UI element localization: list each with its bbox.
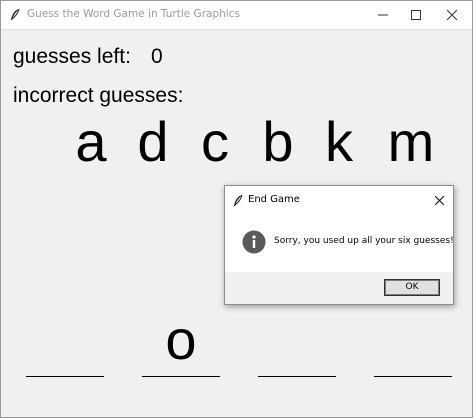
close-button[interactable]: [433, 1, 471, 29]
end-game-dialog: End Game Sorry, you used up all your six…: [224, 185, 454, 305]
feather-icon: [234, 194, 243, 206]
dialog-title-bar[interactable]: End Game: [225, 186, 453, 214]
dialog-body: Sorry, you used up all your six guesses!: [225, 214, 454, 272]
feather-icon: [11, 8, 20, 20]
close-icon: [447, 10, 457, 20]
incorrect-letter: c: [201, 110, 229, 173]
word-slot-line: [258, 376, 336, 377]
close-icon: [434, 195, 444, 205]
title-bar[interactable]: Guess the Word Game in Turtle Graphics: [1, 1, 472, 30]
incorrect-letter: b: [262, 110, 294, 173]
app-window: Guess the Word Game in Turtle Graphics g…: [0, 0, 473, 418]
incorrect-letter: a: [75, 110, 107, 173]
dialog-message: Sorry, you used up all your six guesses!: [274, 236, 454, 246]
word-slot-line: [374, 376, 452, 377]
info-icon: [242, 230, 266, 254]
incorrect-letter: m: [387, 110, 435, 173]
word-slot-line: [26, 376, 104, 377]
ok-button[interactable]: OK: [384, 279, 440, 296]
maximize-button[interactable]: [397, 1, 435, 29]
window-title: Guess the Word Game in Turtle Graphics: [27, 8, 240, 20]
dialog-close-button[interactable]: [429, 190, 449, 210]
dialog-title: End Game: [248, 194, 300, 205]
guesses-left-value: 0: [151, 45, 163, 68]
incorrect-letter: k: [325, 110, 353, 173]
incorrect-guesses-label: incorrect guesses:: [13, 84, 184, 107]
word-slot-letter: o: [165, 308, 197, 371]
word-slot-line: [142, 376, 220, 377]
guesses-left-label: guesses left:: [13, 45, 131, 68]
dialog-footer: OK: [225, 272, 453, 304]
incorrect-letter: d: [137, 110, 169, 173]
minimize-icon: [378, 14, 388, 16]
maximize-icon: [411, 10, 421, 20]
